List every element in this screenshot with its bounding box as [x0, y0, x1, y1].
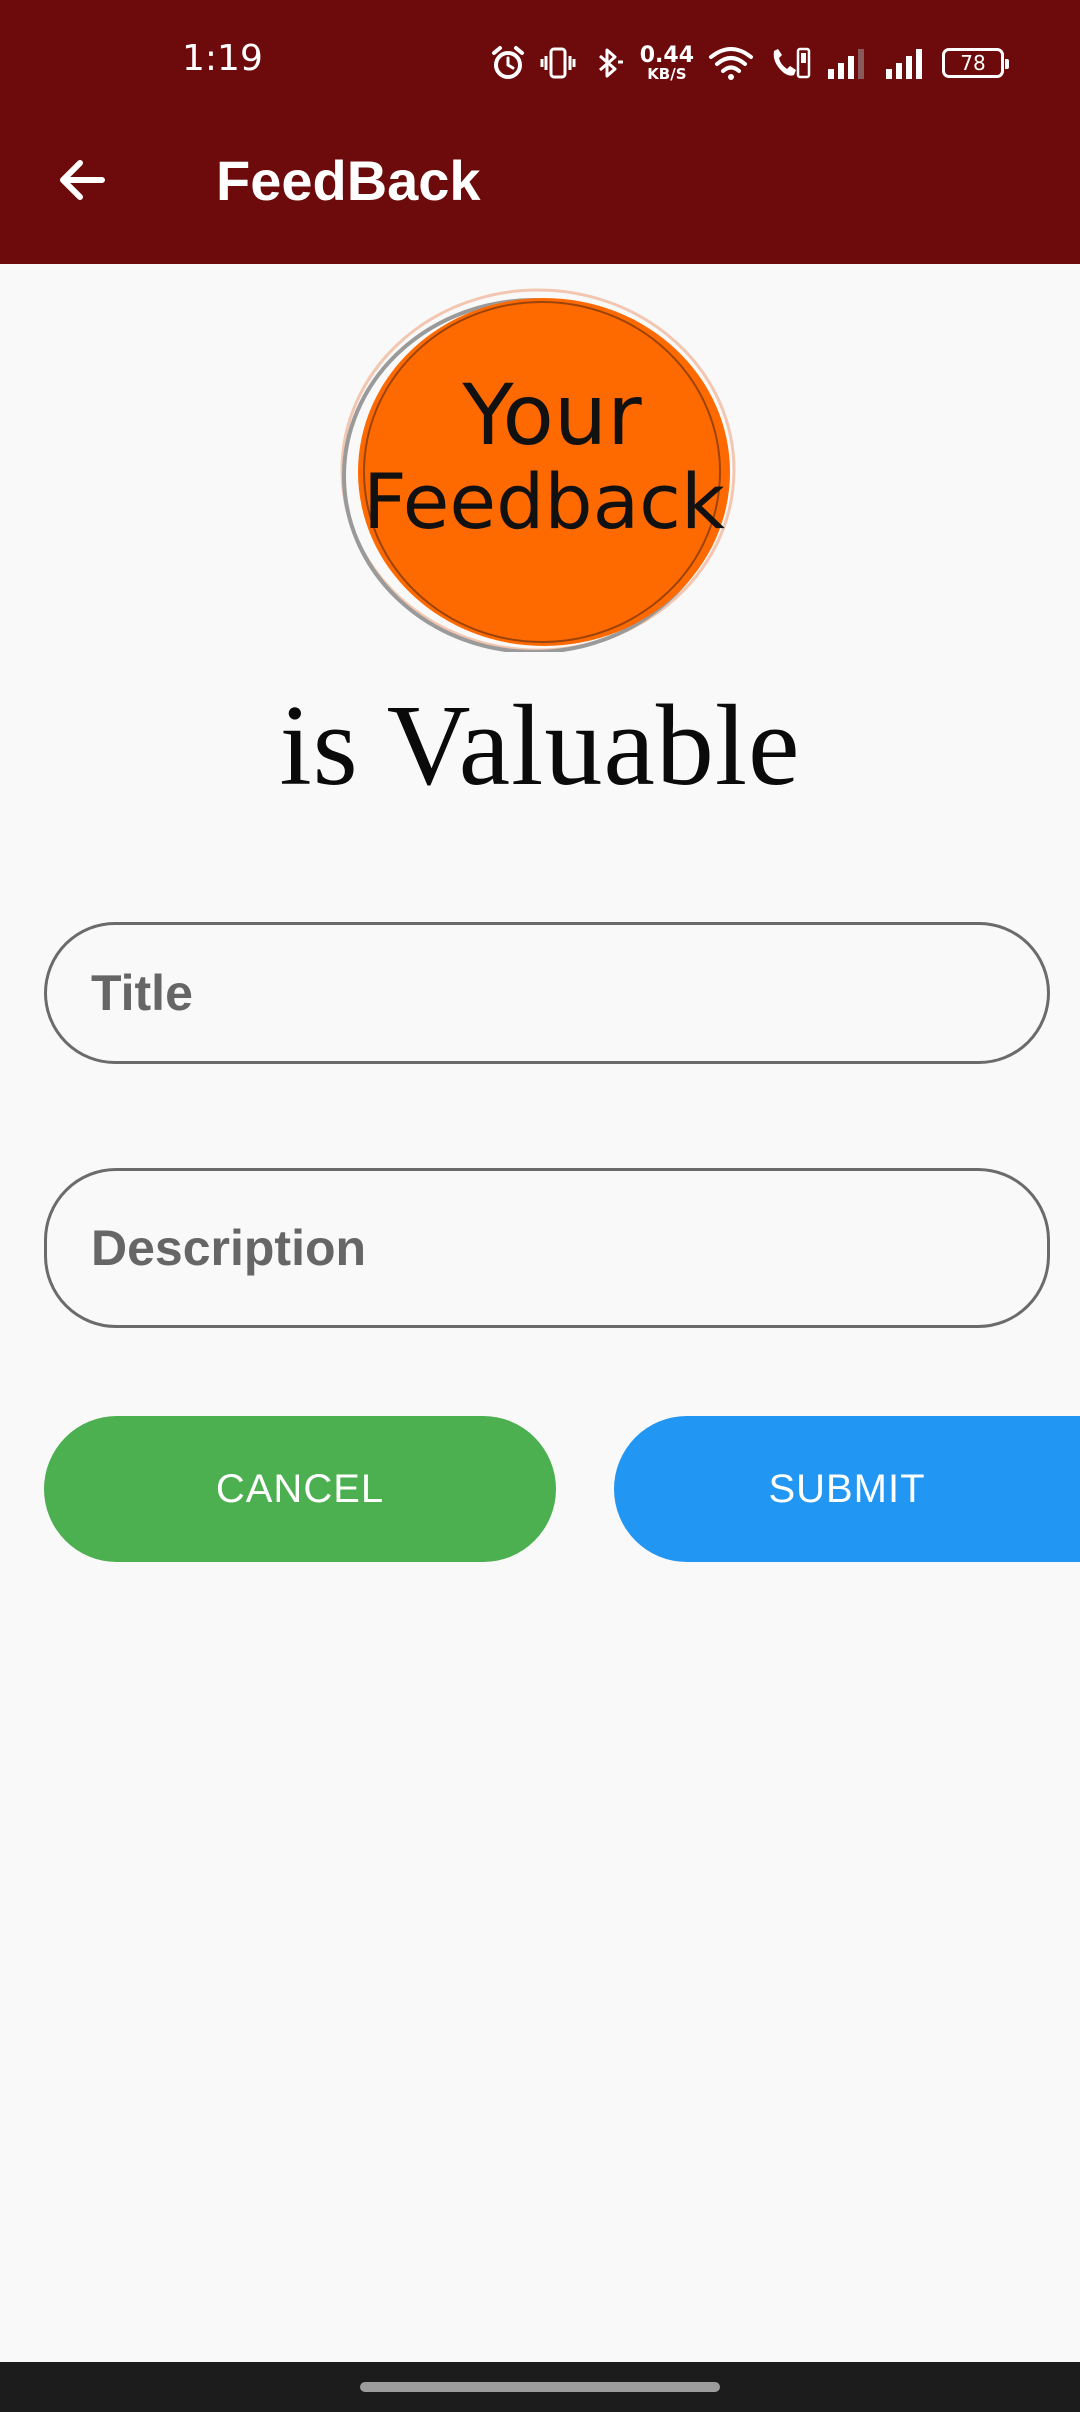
wifi-icon [708, 45, 754, 81]
description-input[interactable] [91, 1219, 1047, 1277]
alarm-icon [490, 45, 526, 81]
cancel-button[interactable]: CANCEL [44, 1416, 556, 1562]
volte-call-icon [768, 45, 812, 81]
net-speed-unit: KB/S [647, 64, 687, 83]
title-input[interactable] [91, 964, 1047, 1022]
vibrate-icon [540, 45, 576, 81]
description-field[interactable] [44, 1168, 1050, 1328]
arrow-left-icon [60, 160, 105, 200]
submit-button[interactable]: SUBMIT [614, 1416, 1080, 1562]
app-bar: 1:19 0.44 KB/S 78 FeedBack [0, 0, 1080, 264]
net-speed-value: 0.44 [639, 42, 694, 68]
logo-line2: Feedback [363, 457, 725, 546]
tagline: is Valuable [279, 682, 801, 810]
back-button[interactable] [44, 142, 120, 218]
system-nav-bar [0, 2362, 1080, 2412]
net-speed-indicator: 0.44 KB/S [639, 42, 694, 83]
logo-line1: Your [461, 366, 642, 464]
gesture-handle[interactable] [360, 2382, 720, 2392]
title-field[interactable] [44, 922, 1050, 1064]
battery-icon: 78 [942, 48, 1009, 78]
battery-level: 78 [960, 51, 986, 75]
status-time: 1:19 [182, 38, 263, 79]
feedback-logo: Your Feedback [340, 288, 736, 652]
feedback-screen: 1:19 0.44 KB/S 78 FeedBack Your Feedback… [0, 0, 1080, 2412]
page-title: FeedBack [216, 149, 481, 212]
signal-icon-sim1 [826, 45, 870, 81]
status-icons: 0.44 KB/S 78 [490, 40, 1009, 86]
signal-icon-sim2 [884, 45, 928, 81]
bluetooth-icon [590, 45, 626, 81]
